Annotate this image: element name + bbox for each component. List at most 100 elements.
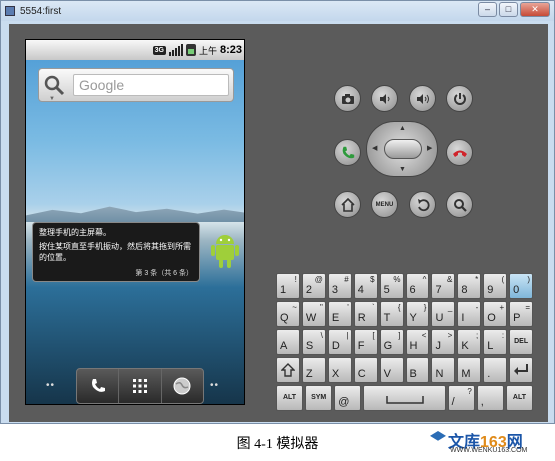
- maximize-button[interactable]: □: [499, 2, 518, 17]
- volume-down-button[interactable]: [371, 85, 398, 112]
- space-key[interactable]: [363, 385, 446, 411]
- key-main-label: F: [357, 340, 365, 352]
- key-@[interactable]: @: [334, 385, 362, 411]
- power-button[interactable]: [446, 85, 473, 112]
- key-n[interactable]: N: [431, 357, 456, 383]
- key-y[interactable]: Y}: [405, 301, 430, 327]
- key-k[interactable]: K;: [457, 329, 482, 355]
- page-indicator-right[interactable]: ••: [210, 380, 219, 391]
- shift-key[interactable]: [276, 357, 300, 383]
- camera-button[interactable]: [334, 85, 361, 112]
- key-6[interactable]: 6 ^: [405, 273, 430, 299]
- google-search-widget[interactable]: ▼ Google: [38, 68, 234, 102]
- search-button[interactable]: [446, 191, 473, 218]
- android-robot-icon: [211, 235, 239, 268]
- keyboard-row: ALT SYM @ /?, ALT: [276, 385, 533, 411]
- key-z[interactable]: Z: [301, 357, 326, 383]
- key-x[interactable]: X: [327, 357, 352, 383]
- key-u[interactable]: U _: [431, 301, 456, 327]
- key-s[interactable]: S \: [301, 329, 326, 355]
- search-icon[interactable]: [43, 74, 65, 96]
- enter-key[interactable]: [509, 357, 534, 383]
- chevron-down-icon: ▼: [49, 96, 55, 102]
- dpad-center-button[interactable]: [384, 139, 422, 159]
- tip-title: 整理手机的主屏幕。: [39, 228, 111, 237]
- volume-up-button[interactable]: [409, 85, 436, 112]
- back-button[interactable]: [409, 191, 436, 218]
- dpad-right-icon[interactable]: ▶: [427, 144, 432, 152]
- key-c[interactable]: C: [353, 357, 378, 383]
- dpad-left-icon[interactable]: ◀: [372, 144, 377, 152]
- app-drawer-button[interactable]: [119, 369, 162, 403]
- key-alt[interactable]: ALT: [505, 385, 533, 411]
- dpad-up-icon[interactable]: ▲: [399, 125, 406, 132]
- tip-bubble[interactable]: 整理手机的主屏幕。 按住某项直至手机振动，然后将其拖到所需的位置。 第 3 条（…: [32, 222, 200, 282]
- watermark: 文库163网 WWW.WENKU163.COM: [430, 428, 552, 460]
- phone-dock-button[interactable]: [77, 369, 120, 403]
- camera-icon: [341, 93, 354, 104]
- battery-icon: [185, 44, 196, 56]
- minimize-button[interactable]: –: [478, 2, 497, 17]
- key-.[interactable]: .: [483, 357, 508, 383]
- key-main-label: /: [451, 396, 455, 408]
- key-/[interactable]: /?: [447, 385, 475, 411]
- key-d[interactable]: D |: [327, 329, 352, 355]
- key-0[interactable]: 0): [509, 273, 534, 299]
- key-e[interactable]: E ': [327, 301, 352, 327]
- end-call-button[interactable]: [446, 139, 473, 166]
- device-screen[interactable]: 3G 上午 8:23 ▼ Google 整理手机的主屏幕。 按住某项直至手机振动…: [25, 39, 245, 405]
- key-7[interactable]: 7 &: [431, 273, 456, 299]
- key-main-label: I: [461, 312, 465, 324]
- home-button[interactable]: [334, 191, 361, 218]
- key-1[interactable]: 1!: [276, 273, 300, 299]
- key-o[interactable]: O +: [483, 301, 508, 327]
- dpad-down-icon[interactable]: ▼: [399, 166, 406, 173]
- key-a[interactable]: A: [276, 329, 300, 355]
- volume-up-icon: [416, 93, 429, 104]
- key-main-label: 5: [383, 284, 390, 296]
- keyboard-row: A S \ D | F[G] H < J > K; L: DEL: [276, 329, 534, 355]
- key-8[interactable]: 8 *: [457, 273, 482, 299]
- dpad[interactable]: ▲ ▼ ◀ ▶: [366, 121, 438, 177]
- key-r[interactable]: R `: [353, 301, 378, 327]
- key-alt[interactable]: ALT: [276, 385, 304, 411]
- key-9[interactable]: 9(: [483, 273, 508, 299]
- key-alt-label: (: [501, 275, 505, 284]
- key-,[interactable]: ,: [476, 385, 504, 411]
- key-4[interactable]: 4 $: [353, 273, 378, 299]
- key-l[interactable]: L:: [483, 329, 508, 355]
- key-main-label: Q: [280, 312, 289, 324]
- key-i[interactable]: I-: [457, 301, 482, 327]
- menu-button[interactable]: MENU: [371, 191, 398, 218]
- key-5[interactable]: 5%: [379, 273, 404, 299]
- page-indicator-left[interactable]: ••: [46, 380, 55, 391]
- key-p[interactable]: P =: [509, 301, 534, 327]
- key-v[interactable]: V: [379, 357, 404, 383]
- key-del[interactable]: DEL: [509, 329, 534, 355]
- close-button[interactable]: ✕: [520, 2, 550, 17]
- key-sym[interactable]: SYM: [305, 385, 333, 411]
- key-3[interactable]: 3 #: [327, 273, 352, 299]
- status-ampm: 上午: [198, 45, 217, 56]
- browser-dock-button[interactable]: [162, 369, 203, 403]
- key-j[interactable]: J >: [431, 329, 456, 355]
- key-2[interactable]: 2 @: [301, 273, 326, 299]
- call-button[interactable]: [334, 139, 361, 166]
- search-input[interactable]: Google: [73, 74, 229, 96]
- tip-body: 按住某项直至手机振动，然后将其拖到所需的位置。: [39, 242, 191, 262]
- key-alt-label: *: [475, 275, 479, 284]
- signal-icon: [168, 44, 183, 56]
- key-main-label: 9: [487, 284, 494, 296]
- key-q[interactable]: Q ~: [276, 301, 300, 327]
- key-t[interactable]: T{: [379, 301, 404, 327]
- key-main-label: E: [331, 312, 340, 324]
- key-g[interactable]: G]: [379, 329, 404, 355]
- key-f[interactable]: F[: [353, 329, 378, 355]
- key-main-label: O: [487, 312, 496, 324]
- key-m[interactable]: M: [457, 357, 482, 383]
- key-b[interactable]: B: [405, 357, 430, 383]
- key-h[interactable]: H <: [405, 329, 430, 355]
- key-w[interactable]: W ": [301, 301, 326, 327]
- key-alt-label: !: [294, 275, 297, 284]
- key-main-label: D: [331, 340, 340, 352]
